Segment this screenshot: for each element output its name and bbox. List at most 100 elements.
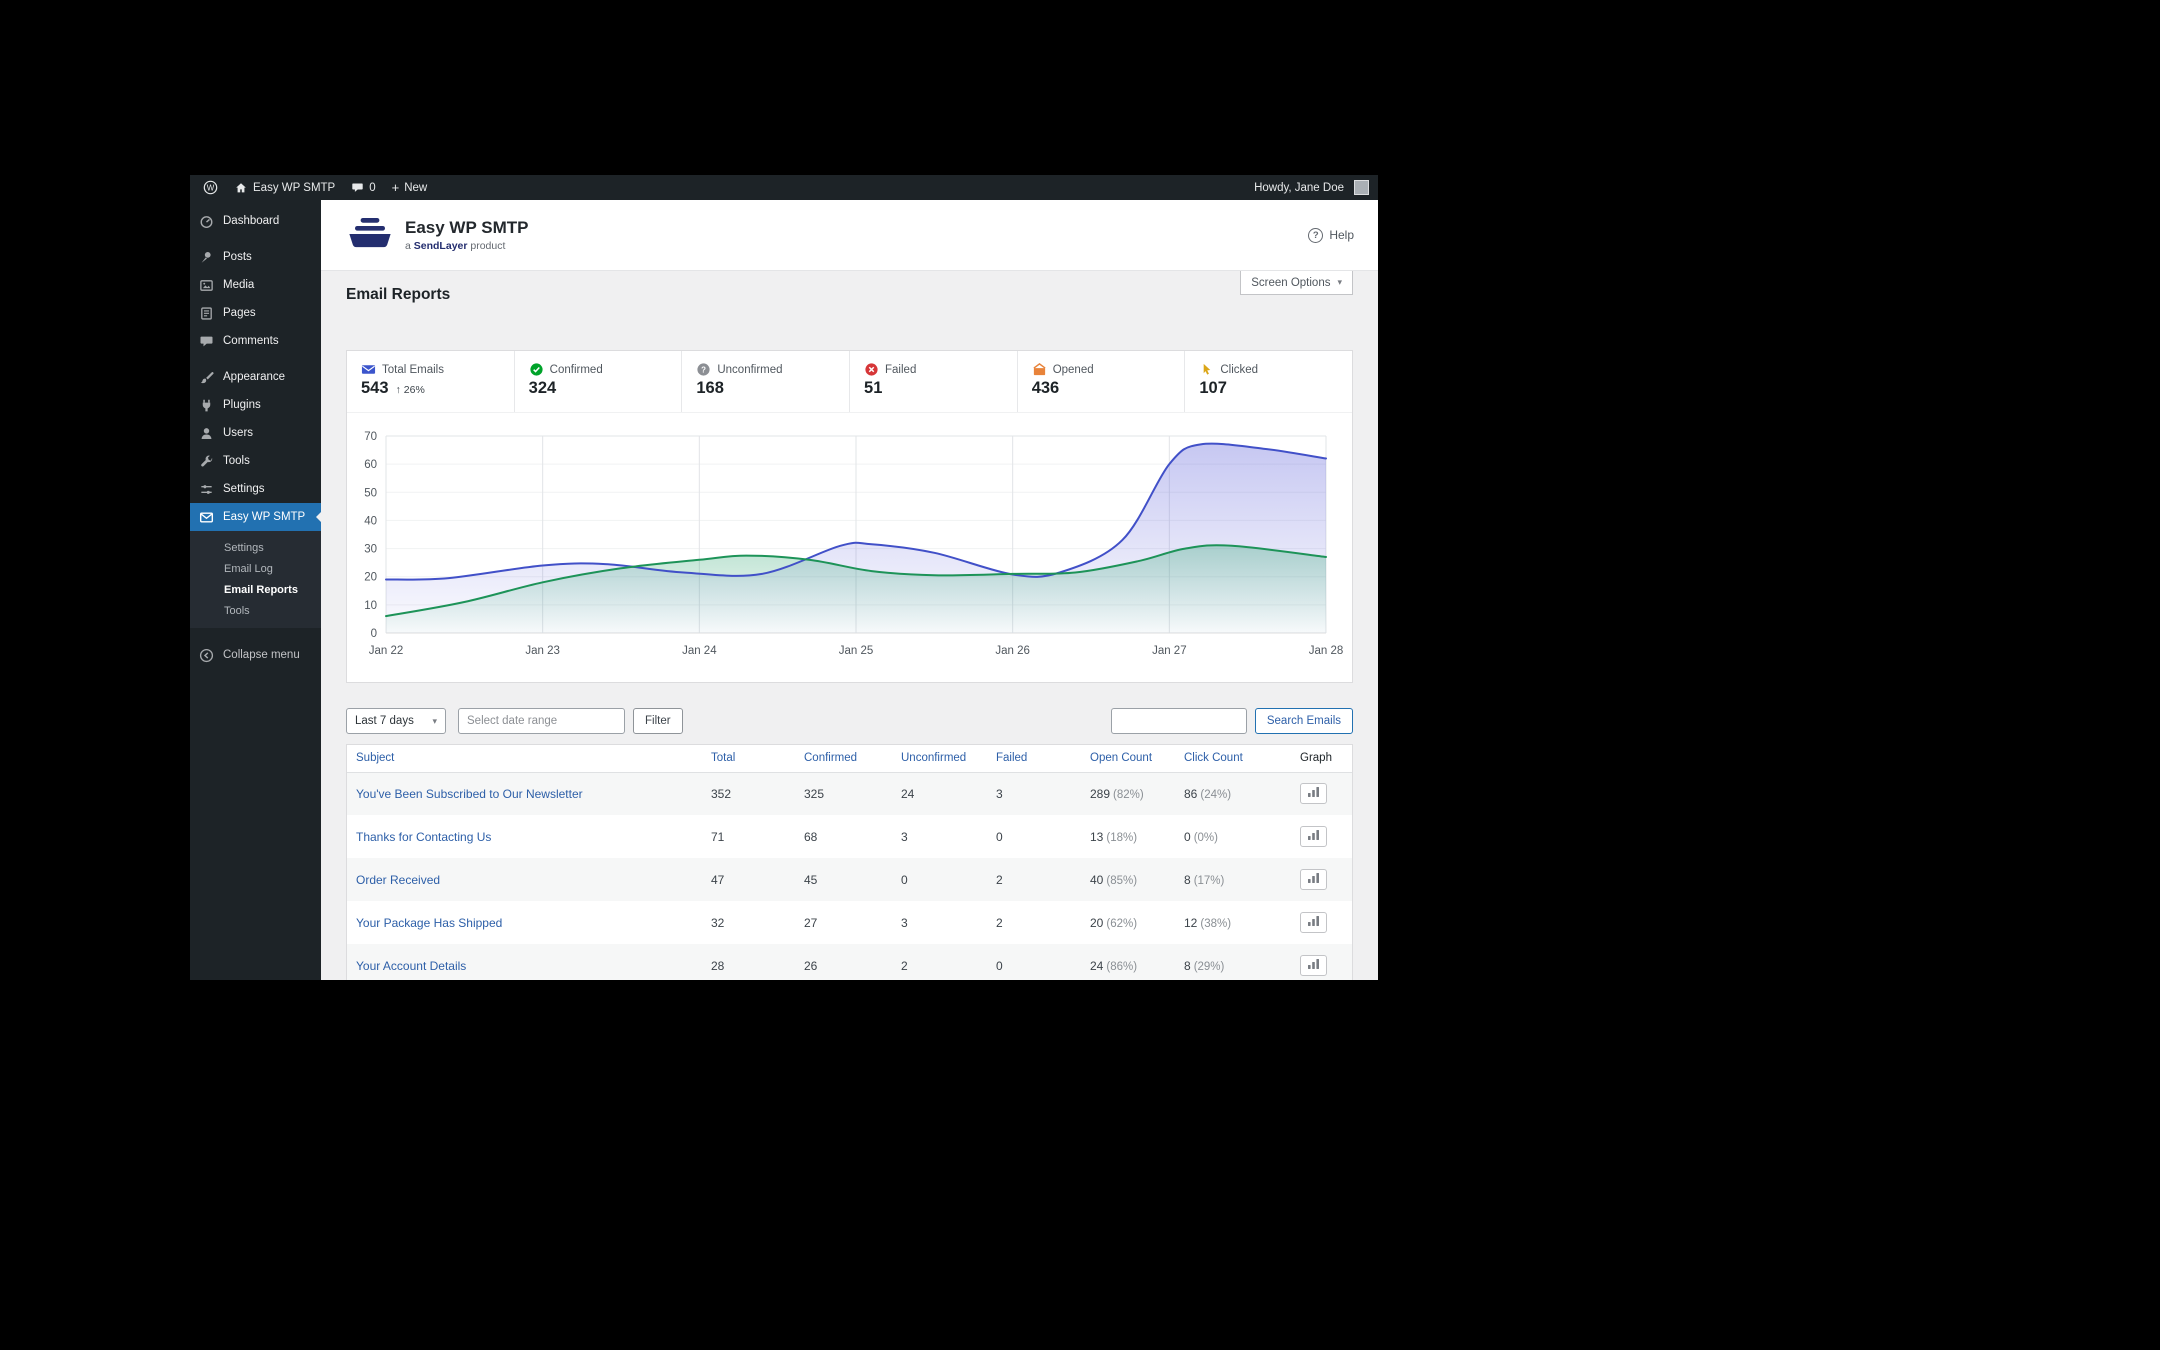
comments-link[interactable]: 0 xyxy=(343,175,383,200)
cell-graph xyxy=(1291,901,1352,944)
cell-confirmed: 27 xyxy=(804,915,818,930)
site-name-link[interactable]: Easy WP SMTP xyxy=(226,175,343,200)
graph-button[interactable] xyxy=(1300,955,1327,976)
cell-unconfirmed: 24 xyxy=(901,786,915,801)
email-subject-link[interactable]: You've Been Subscribed to Our Newsletter xyxy=(356,787,583,801)
svg-text:20: 20 xyxy=(364,572,377,584)
easy-wp-smtp-submenu: Settings Email Log Email Reports Tools xyxy=(190,531,321,628)
reports-card: Total Emails 543 ↑ 26% Confirmed 324 ? Un… xyxy=(346,350,1353,683)
email-reports-table: Subject Total Confirmed Unconfirmed Fail… xyxy=(346,744,1353,980)
site-name: Easy WP SMTP xyxy=(253,181,336,194)
media-icon xyxy=(199,278,214,293)
plugin-title: Easy WP SMTP xyxy=(405,218,529,238)
stat-clicked: Clicked 107 xyxy=(1199,363,1259,398)
sidebar-item-plugins[interactable]: Plugins xyxy=(190,391,321,419)
table-row: Your Package Has Shipped 32 27 3 2 20 (62%) 12(… xyxy=(347,901,1352,944)
sidebar-item-media[interactable]: Media xyxy=(190,271,321,299)
email-chart-svg: 0 10 20 30 40 50 60 70 Jan 22 Jan 23 Jan 24 Jan 25 J… xyxy=(364,431,1343,657)
submenu-item-email-log[interactable]: Email Log xyxy=(190,558,321,579)
arrow-up-icon: ↑ xyxy=(395,384,401,396)
pin-icon xyxy=(199,250,214,265)
collapse-label: Collapse menu xyxy=(223,649,300,661)
submenu-item-tools[interactable]: Tools xyxy=(190,600,321,621)
sidebar-item-posts[interactable]: Posts xyxy=(190,243,321,271)
screen-options-button[interactable]: Screen Options ▾ xyxy=(1240,271,1353,295)
cell-graph xyxy=(1291,772,1352,815)
cell-total: 47 xyxy=(711,872,725,887)
dashboard-icon xyxy=(199,214,214,229)
sidebar-item-users[interactable]: Users xyxy=(190,419,321,447)
search-input[interactable] xyxy=(1110,708,1247,734)
sidebar-item-easy-wp-smtp[interactable]: Easy WP SMTP xyxy=(190,503,321,531)
submenu-item-settings[interactable]: Settings xyxy=(190,537,321,558)
submenu-item-email-reports[interactable]: Email Reports xyxy=(190,579,321,600)
email-subject-link[interactable]: Your Package Has Shipped xyxy=(356,916,502,930)
sidebar-item-appearance[interactable]: Appearance xyxy=(190,363,321,391)
email-subject-link[interactable]: Thanks for Contacting Us xyxy=(356,830,491,844)
col-header-unconfirmed[interactable]: Unconfirmed xyxy=(892,745,987,773)
plugin-header: Easy WP SMTP a SendLayer product ? Help xyxy=(321,200,1378,271)
sliders-icon xyxy=(199,482,214,497)
bar-chart-icon xyxy=(1307,872,1320,887)
custom-date-range-input[interactable] xyxy=(458,708,625,734)
col-header-failed[interactable]: Failed xyxy=(987,745,1081,773)
svg-text:10: 10 xyxy=(364,600,377,612)
col-header-open-count[interactable]: Open Count xyxy=(1081,745,1175,773)
sidebar-item-label: Pages xyxy=(223,307,256,319)
col-header-subject[interactable]: Subject xyxy=(347,745,702,773)
cell-subject: Order Received xyxy=(347,858,702,901)
sidebar-item-label: Users xyxy=(223,427,254,439)
comment-bubble-icon xyxy=(351,181,364,194)
cell-graph xyxy=(1291,858,1352,901)
bar-chart-icon xyxy=(1307,786,1320,801)
new-content-link[interactable]: + New xyxy=(384,175,436,200)
sidebar-item-dashboard[interactable]: Dashboard xyxy=(190,207,321,235)
cell-total: 352 xyxy=(711,786,732,801)
svg-text:W: W xyxy=(207,183,215,192)
graph-button[interactable] xyxy=(1300,783,1327,805)
graph-button[interactable] xyxy=(1300,826,1327,847)
wordpress-logo-icon: W xyxy=(203,180,218,195)
svg-text:Jan 22: Jan 22 xyxy=(369,645,404,657)
filter-button[interactable]: Filter xyxy=(633,708,683,734)
help-button[interactable]: ? Help xyxy=(1308,227,1378,243)
cell-open-count: 40 (85%) xyxy=(1090,872,1138,887)
graph-button[interactable] xyxy=(1300,869,1327,890)
svg-text:Jan 23: Jan 23 xyxy=(525,645,560,657)
sidebar-item-label: Dashboard xyxy=(223,215,280,227)
graph-button[interactable] xyxy=(1300,912,1327,933)
cell-failed: 2 xyxy=(996,872,1003,887)
col-header-total[interactable]: Total xyxy=(702,745,795,773)
sidebar-item-pages[interactable]: Pages xyxy=(190,299,321,327)
sidebar-item-settings[interactable]: Settings xyxy=(190,475,321,503)
date-range-select[interactable]: Last 7 days ▾ xyxy=(346,708,446,734)
email-subject-link[interactable]: Order Received xyxy=(356,873,440,887)
envelope-icon xyxy=(361,362,376,377)
howdy-text: Howdy, Jane Doe xyxy=(1254,181,1344,194)
email-subject-link[interactable]: Your Account Details xyxy=(356,959,466,973)
cell-graph xyxy=(1291,944,1352,980)
stat-total-emails: Total Emails 543 ↑ 26% xyxy=(347,351,515,412)
col-header-confirmed[interactable]: Confirmed xyxy=(795,745,892,773)
svg-text:Jan 27: Jan 27 xyxy=(1152,645,1187,657)
sidebar-item-tools[interactable]: Tools xyxy=(190,447,321,475)
comments-icon xyxy=(199,334,214,349)
svg-text:60: 60 xyxy=(364,459,377,471)
sidebar-item-label: Posts xyxy=(223,251,252,263)
avatar[interactable] xyxy=(1354,180,1369,195)
col-header-click-count[interactable]: Click Count xyxy=(1175,745,1291,773)
envelope-open-icon xyxy=(1032,362,1047,377)
howdy-account-link[interactable]: Howdy, Jane Doe xyxy=(1246,175,1352,200)
wordpress-logo-menu[interactable]: W xyxy=(195,175,226,200)
plugin-subtitle: a SendLayer product xyxy=(405,239,506,252)
table-row: Your Account Details 28 26 2 0 24 (86%) 8 (29%) xyxy=(347,944,1352,980)
stat-unconfirmed: ? Unconfirmed 168 xyxy=(682,351,851,412)
comments-count: 0 xyxy=(369,181,376,194)
sidebar-item-comments[interactable]: Comments xyxy=(190,327,321,355)
chevron-down-icon: ▾ xyxy=(432,715,437,726)
cell-click-count: 12 (38%) xyxy=(1184,915,1232,930)
search-emails-button[interactable]: Search Emails xyxy=(1254,708,1353,734)
collapse-menu-button[interactable]: Collapse menu xyxy=(190,641,321,669)
cell-subject: You've Been Subscribed to Our Newsletter xyxy=(347,772,702,815)
help-icon: ? xyxy=(1308,227,1324,243)
